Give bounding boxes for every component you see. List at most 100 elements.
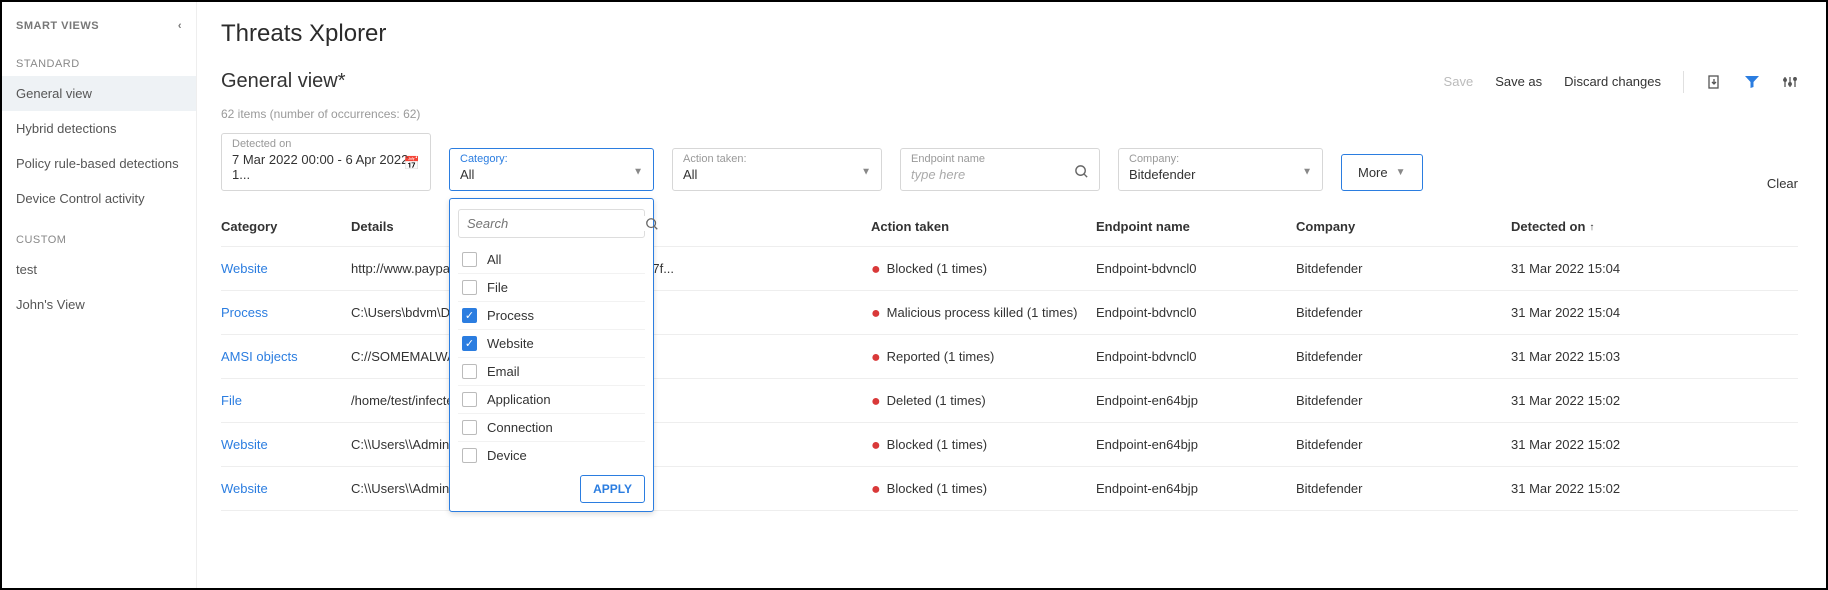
collapse-icon[interactable]: ‹ (178, 20, 182, 32)
col-action-taken[interactable]: Action taken (871, 219, 1096, 234)
cell-category[interactable]: Process (221, 305, 351, 320)
dropdown-option[interactable]: Application (458, 385, 645, 413)
more-filters-button[interactable]: More ▼ (1341, 154, 1423, 191)
sidebar-item[interactable]: Hybrid detections (2, 111, 196, 146)
cell-endpoint: Endpoint-en64bjp (1096, 437, 1296, 452)
save-as-button[interactable]: Save as (1495, 74, 1542, 89)
filter-label: Endpoint name (911, 153, 1089, 165)
filter-value: Bitdefender (1129, 167, 1196, 182)
page-title: Threats Xplorer (221, 20, 1798, 48)
filter-value: All (460, 167, 474, 182)
dropdown-option[interactable]: Device (458, 441, 645, 469)
filter-category[interactable]: Category: All ▼ (449, 148, 654, 191)
dropdown-option[interactable]: ✓ Process (458, 301, 645, 329)
filter-company[interactable]: Company: Bitdefender ▼ (1118, 148, 1323, 191)
sidebar-header: SMART VIEWS ‹ (2, 12, 196, 40)
dropdown-option-label: Device (487, 448, 527, 463)
cell-company: Bitdefender (1296, 349, 1511, 364)
cell-action-taken: ●Reported (1 times) (871, 349, 1096, 364)
more-label: More (1358, 165, 1388, 180)
dropdown-option[interactable]: Email (458, 357, 645, 385)
cell-detected-on: 31 Mar 2022 15:02 (1511, 393, 1711, 408)
cell-endpoint: Endpoint-en64bjp (1096, 393, 1296, 408)
cell-company: Bitdefender (1296, 481, 1511, 496)
search-icon[interactable] (1074, 164, 1089, 179)
checkbox[interactable] (462, 420, 477, 435)
settings-icon[interactable] (1782, 74, 1798, 90)
dropdown-option[interactable]: File (458, 273, 645, 301)
dropdown-option-label: Connection (487, 420, 553, 435)
col-detected-on[interactable]: Detected on↑ (1511, 219, 1711, 234)
checkbox[interactable] (462, 448, 477, 463)
filter-value: 7 Mar 2022 00:00 - 6 Apr 2022 1... (232, 152, 408, 182)
calendar-icon[interactable]: 📅 (404, 156, 420, 172)
chevron-down-icon: ▼ (1302, 166, 1312, 177)
view-bar: General view* Save Save as Discard chang… (221, 70, 1798, 93)
clear-filters[interactable]: Clear (1767, 176, 1798, 191)
cell-detected-on: 31 Mar 2022 15:02 (1511, 437, 1711, 452)
filter-placeholder: type here (911, 167, 965, 182)
filter-action-taken[interactable]: Action taken: All ▼ (672, 148, 882, 191)
cell-action-taken: ●Deleted (1 times) (871, 393, 1096, 408)
col-company[interactable]: Company (1296, 219, 1511, 234)
filter-endpoint-name[interactable]: Endpoint name type here (900, 148, 1100, 191)
checkbox[interactable] (462, 364, 477, 379)
cell-category[interactable]: File (221, 393, 351, 408)
export-icon[interactable] (1706, 74, 1722, 90)
checkbox[interactable] (462, 280, 477, 295)
sidebar-item[interactable]: Device Control activity (2, 181, 196, 216)
checkbox[interactable]: ✓ (462, 336, 477, 351)
filter-icon[interactable] (1744, 74, 1760, 90)
filter-label: Detected on (232, 138, 420, 150)
dropdown-option-label: Email (487, 364, 520, 379)
sidebar-section-custom: CUSTOM (2, 216, 196, 252)
main-content: Threats Xplorer General view* Save Save … (197, 2, 1826, 588)
chevron-down-icon: ▼ (1396, 167, 1406, 178)
dropdown-option[interactable]: ✓ Website (458, 329, 645, 357)
checkbox[interactable] (462, 252, 477, 267)
cell-category[interactable]: Website (221, 261, 351, 276)
filter-detected-on[interactable]: Detected on 7 Mar 2022 00:00 - 6 Apr 202… (221, 133, 431, 191)
apply-button[interactable]: APPLY (580, 475, 645, 503)
cell-endpoint: Endpoint-bdvncl0 (1096, 305, 1296, 320)
dropdown-search[interactable] (458, 209, 645, 238)
filter-label: Company: (1129, 153, 1312, 165)
checkbox[interactable]: ✓ (462, 308, 477, 323)
col-category[interactable]: Category (221, 219, 351, 234)
dropdown-option-label: Process (487, 308, 534, 323)
chevron-down-icon: ▼ (633, 166, 643, 177)
status-dot-icon: ● (871, 349, 881, 366)
status-dot-icon: ● (871, 261, 881, 278)
checkbox[interactable] (462, 392, 477, 407)
dropdown-option-label: File (487, 280, 508, 295)
cell-category[interactable]: Website (221, 481, 351, 496)
dropdown-option[interactable]: All (458, 246, 645, 273)
sidebar-section-standard: STANDARD (2, 40, 196, 76)
status-dot-icon: ● (871, 437, 881, 454)
status-dot-icon: ● (871, 481, 881, 498)
chevron-down-icon: ▼ (861, 166, 871, 177)
dropdown-search-input[interactable] (467, 216, 645, 231)
sidebar-item[interactable]: Policy rule-based detections (2, 146, 196, 181)
sidebar-title: SMART VIEWS (16, 20, 99, 32)
dropdown-option[interactable]: Connection (458, 413, 645, 441)
filter-row: Detected on 7 Mar 2022 00:00 - 6 Apr 202… (221, 133, 1798, 191)
cell-company: Bitdefender (1296, 261, 1511, 276)
dropdown-option-label: Website (487, 336, 534, 351)
status-dot-icon: ● (871, 393, 881, 410)
discard-button[interactable]: Discard changes (1564, 74, 1661, 89)
items-count: 62 items (number of occurrences: 62) (221, 107, 1798, 121)
cell-endpoint: Endpoint-en64bjp (1096, 481, 1296, 496)
search-icon[interactable] (645, 217, 659, 231)
status-dot-icon: ● (871, 305, 881, 322)
save-button[interactable]: Save (1444, 74, 1474, 89)
sidebar-item[interactable]: John's View (2, 287, 196, 322)
sidebar-item[interactable]: test (2, 252, 196, 287)
cell-category[interactable]: AMSI objects (221, 349, 351, 364)
col-endpoint-name[interactable]: Endpoint name (1096, 219, 1296, 234)
cell-category[interactable]: Website (221, 437, 351, 452)
category-dropdown: All File ✓ Process ✓ Website Email Application C… (449, 198, 654, 512)
sidebar-item[interactable]: General view (2, 76, 196, 111)
cell-endpoint: Endpoint-bdvncl0 (1096, 349, 1296, 364)
cell-action-taken: ●Blocked (1 times) (871, 261, 1096, 276)
